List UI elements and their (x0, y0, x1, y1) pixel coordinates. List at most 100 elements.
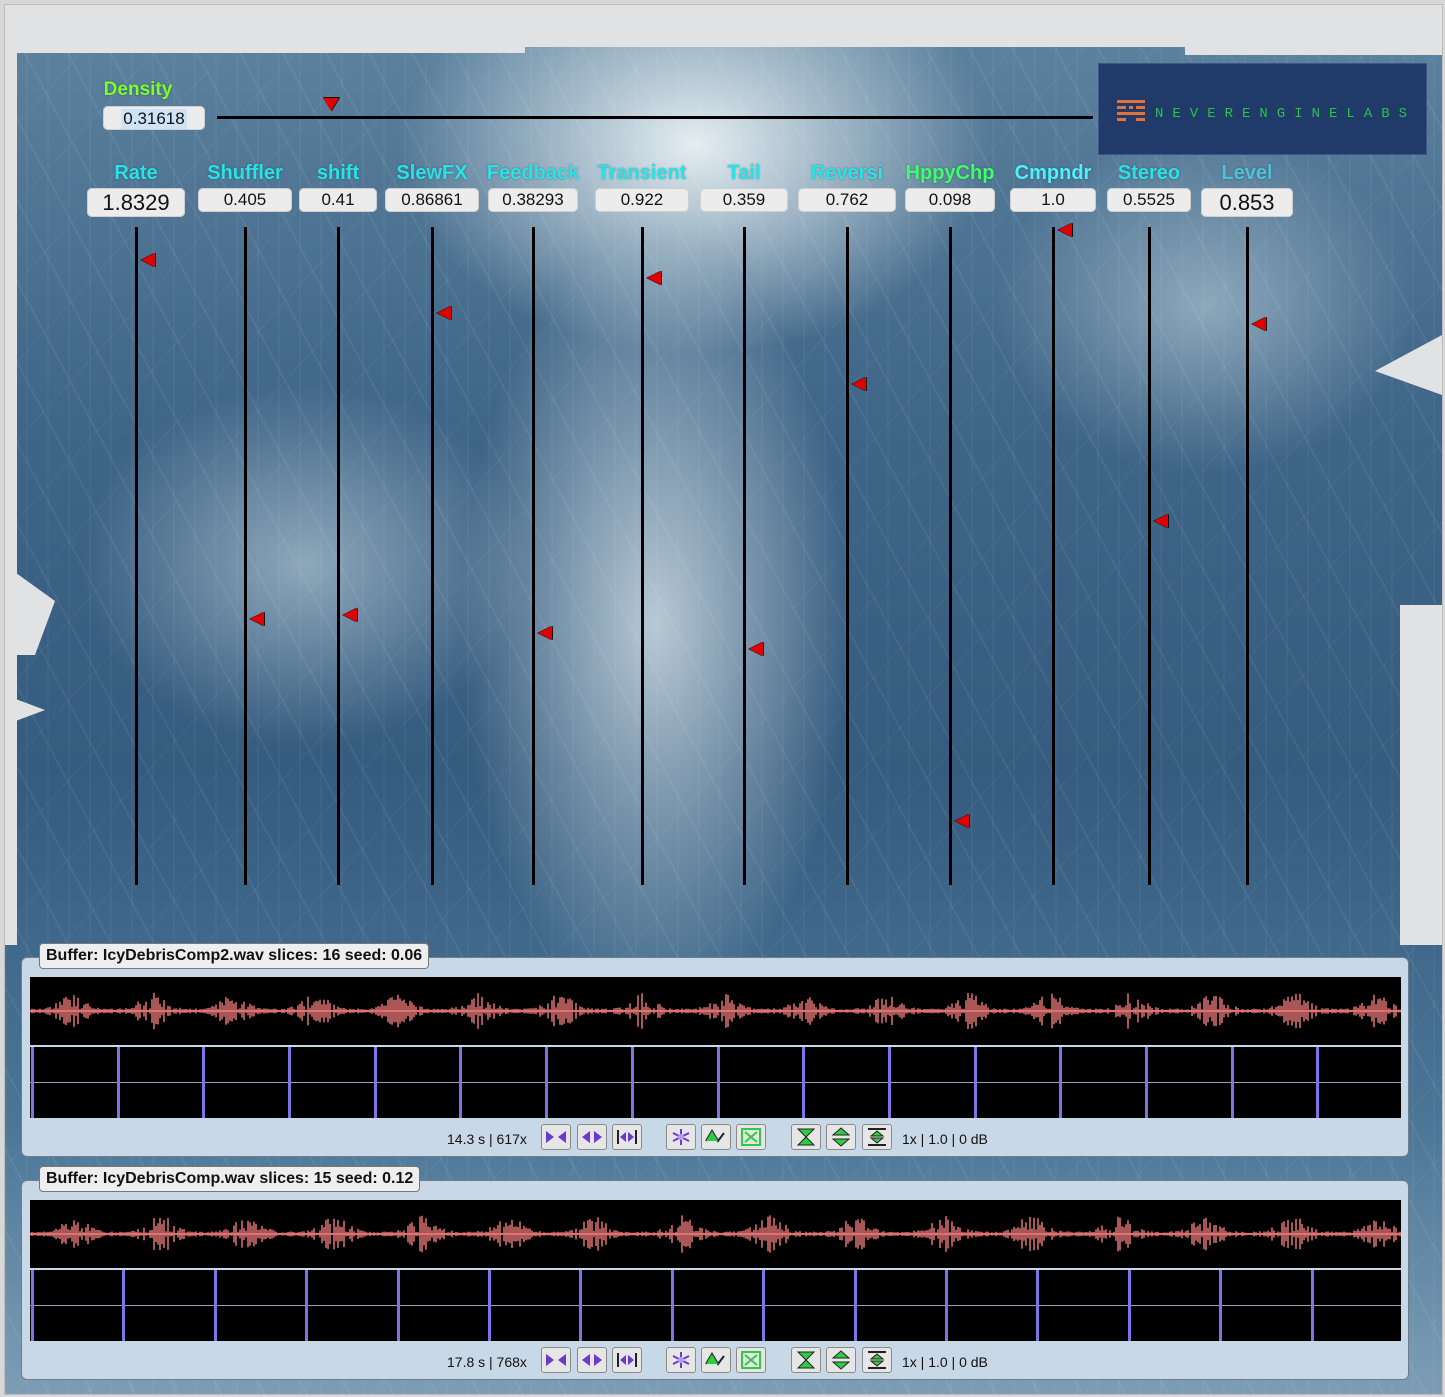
slider-handle-cmpndr[interactable] (1058, 223, 1072, 237)
freeze-button[interactable] (666, 1124, 696, 1150)
slider-track-stereo[interactable] (1148, 227, 1151, 885)
slice-marker[interactable] (1316, 1047, 1320, 1118)
slice-marker[interactable] (31, 1270, 34, 1341)
slider-handle-transient[interactable] (647, 271, 661, 286)
normalize-icon (868, 1128, 886, 1146)
slider-handle-rate[interactable] (141, 252, 155, 267)
slider-handle-feedback[interactable] (538, 625, 552, 640)
expand-button[interactable] (577, 1124, 607, 1150)
slice-marker[interactable] (545, 1047, 549, 1118)
updown-button[interactable] (826, 1124, 856, 1150)
slider-value-transient[interactable]: 0.922 (595, 188, 689, 212)
slice-marker[interactable] (579, 1270, 583, 1341)
normalize-button[interactable] (862, 1124, 892, 1150)
loop-button[interactable] (736, 1347, 766, 1373)
slider-track-feedback[interactable] (532, 227, 535, 885)
waveform-display[interactable] (30, 1200, 1401, 1268)
slice-marker[interactable] (488, 1270, 491, 1341)
slider-value-rate[interactable]: 1.8329 (87, 188, 185, 217)
slider-value-tail[interactable]: 0.359 (700, 188, 788, 212)
fit-button[interactable] (612, 1124, 642, 1150)
slice-marker[interactable] (213, 1270, 217, 1341)
slice-marker[interactable] (802, 1047, 806, 1118)
slider-track-cmpndr[interactable] (1052, 227, 1055, 885)
slice-marker[interactable] (973, 1047, 977, 1118)
slider-handle-slewfx[interactable] (437, 305, 451, 320)
fit-icon (617, 1353, 637, 1367)
slice-marker[interactable] (853, 1270, 857, 1341)
slider-handle-stereo[interactable] (1154, 514, 1168, 529)
slider-label-shuffler: Shuffler (207, 162, 283, 184)
slice-display[interactable] (30, 1270, 1401, 1341)
freeze-button[interactable] (666, 1347, 696, 1373)
slice-marker[interactable] (1219, 1270, 1223, 1341)
slice-marker[interactable] (1127, 1270, 1131, 1341)
slider-track-slewfx[interactable] (431, 227, 434, 885)
wave-button[interactable] (701, 1124, 731, 1150)
slice-marker[interactable] (202, 1047, 206, 1118)
expand-button[interactable] (577, 1347, 607, 1373)
plugin-panel: Density 0.31618 NEVERENGINELABS Rate 1.83… (4, 4, 1443, 1395)
slider-track-reversi[interactable] (846, 227, 849, 885)
fit-button[interactable] (612, 1347, 642, 1373)
slider-value-level[interactable]: 0.853 (1201, 188, 1293, 217)
slice-marker[interactable] (945, 1270, 948, 1341)
buffer-title: Buffer: IcyDebrisComp.wav slices: 15 see… (39, 1166, 421, 1192)
slice-display[interactable] (30, 1047, 1401, 1118)
slider-track-rate[interactable] (135, 227, 138, 885)
slice-marker[interactable] (1310, 1270, 1314, 1341)
slider-handle-shift[interactable] (343, 608, 357, 623)
slider-handle-reversi[interactable] (852, 376, 866, 391)
slider-track-tail[interactable] (743, 227, 746, 885)
slider-value-shift[interactable]: 0.41 (299, 188, 377, 212)
slider-handle-hppychp[interactable] (955, 813, 969, 828)
zoom-in-button[interactable] (791, 1124, 821, 1150)
slider-label-hppychp: HppyChp (905, 162, 995, 184)
slice-marker[interactable] (670, 1270, 674, 1341)
slice-marker[interactable] (305, 1270, 309, 1341)
updown-button[interactable] (826, 1347, 856, 1373)
slider-value-hppychp[interactable]: 0.098 (905, 188, 995, 212)
slice-marker[interactable] (116, 1047, 120, 1118)
slice-marker[interactable] (1144, 1047, 1148, 1118)
slider-value-slewfx[interactable]: 0.86861 (385, 188, 479, 212)
slider-track-level[interactable] (1246, 227, 1249, 885)
slider-handle-level[interactable] (1252, 316, 1266, 331)
slice-marker[interactable] (716, 1047, 720, 1118)
slider-handle-tail[interactable] (749, 641, 763, 656)
slice-marker[interactable] (1036, 1270, 1040, 1341)
slice-marker[interactable] (1230, 1047, 1234, 1118)
slice-marker[interactable] (396, 1270, 400, 1341)
slider-value-feedback[interactable]: 0.38293 (488, 188, 578, 212)
density-value-box[interactable]: 0.31618 (103, 106, 205, 130)
slice-marker[interactable] (373, 1047, 377, 1118)
zoom-in-button[interactable] (791, 1347, 821, 1373)
slice-marker[interactable] (887, 1047, 891, 1118)
slider-value-shuffler[interactable]: 0.405 (198, 188, 292, 212)
slider-handle-shuffler[interactable] (250, 611, 264, 626)
wave-button[interactable] (701, 1347, 731, 1373)
slice-marker[interactable] (1059, 1047, 1063, 1118)
waveform-display[interactable] (30, 977, 1401, 1045)
slider-label-rate: Rate (114, 162, 158, 184)
slider-track-transient[interactable] (641, 227, 644, 885)
slice-center-line (30, 1082, 1401, 1083)
slice-marker[interactable] (122, 1270, 126, 1341)
slice-marker[interactable] (288, 1047, 292, 1118)
loop-button[interactable] (736, 1124, 766, 1150)
slider-value-reversi[interactable]: 0.762 (798, 188, 896, 212)
slice-marker[interactable] (630, 1047, 634, 1118)
normalize-button[interactable] (862, 1347, 892, 1373)
slice-marker[interactable] (459, 1047, 463, 1118)
slider-track-hppychp[interactable] (949, 227, 952, 885)
collapse-button[interactable] (541, 1124, 571, 1150)
slider-track-shift[interactable] (337, 227, 340, 885)
slice-marker[interactable] (31, 1047, 34, 1118)
density-slider-handle[interactable] (322, 98, 339, 111)
slice-marker[interactable] (762, 1270, 766, 1341)
density-slider-track[interactable] (217, 116, 1093, 119)
slider-track-shuffler[interactable] (244, 227, 247, 885)
slider-value-cmpndr[interactable]: 1.0 (1010, 188, 1096, 212)
slider-value-stereo[interactable]: 0.5525 (1107, 188, 1191, 212)
collapse-button[interactable] (541, 1347, 571, 1373)
